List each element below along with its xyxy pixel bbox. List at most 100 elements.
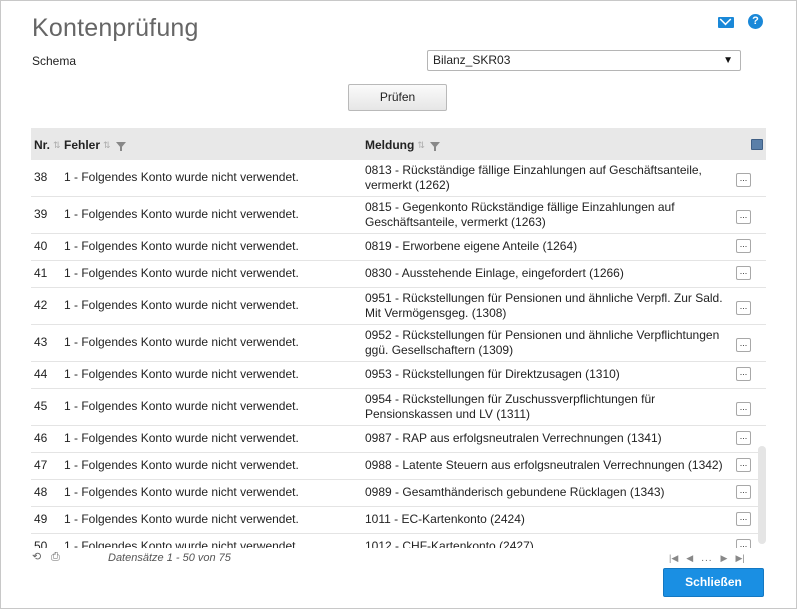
sort-icon[interactable]: ⇅ [53, 140, 61, 151]
table-row[interactable]: 48 1 - Folgendes Konto wurde nicht verwen… [31, 480, 766, 507]
row-details-button[interactable]: ... [736, 173, 751, 187]
row-details-button[interactable]: ... [736, 239, 751, 253]
cell-nr: 49 [34, 512, 48, 526]
cell-nr: 43 [34, 335, 48, 349]
check-button[interactable]: Prüfen [348, 84, 447, 111]
filter-icon[interactable] [115, 142, 126, 151]
schema-selected-value: Bilanz_SKR03 [433, 53, 511, 67]
footer-tools: ⟲ ⎙ [32, 552, 61, 563]
column-header-meldung-label: Meldung [365, 138, 415, 152]
cell-fehler: 1 - Folgendes Konto wurde nicht verwende… [64, 266, 299, 280]
close-button[interactable]: Schließen [663, 568, 764, 597]
table-row[interactable]: 45 1 - Folgendes Konto wurde nicht verwen… [31, 389, 766, 426]
table-row[interactable]: 46 1 - Folgendes Konto wurde nicht verwen… [31, 426, 766, 453]
cell-fehler: 1 - Folgendes Konto wurde nicht verwende… [64, 458, 299, 472]
table-row[interactable]: 43 1 - Folgendes Konto wurde nicht verwen… [31, 325, 766, 362]
schema-select[interactable]: Bilanz_SKR03 ▼ [427, 50, 741, 71]
page-title: Kontenprüfung [32, 14, 199, 42]
cell-meldung: 1012 - CHF-Kartenkonto (2427) [365, 539, 534, 548]
cell-fehler: 1 - Folgendes Konto wurde nicht verwende… [64, 239, 299, 253]
next-page-icon[interactable]: ▶ [721, 553, 728, 564]
results-grid: Nr. ⇅ Fehler ⇅ Meldung ⇅ 38 1 - Folgendes… [31, 128, 766, 548]
cell-nr: 45 [34, 399, 48, 413]
cell-meldung: 0830 - Ausstehende Einlage, eingefordert… [365, 266, 624, 280]
column-header-nr-label: Nr. [34, 138, 51, 152]
sort-icon[interactable]: ⇅ [103, 140, 111, 151]
print-icon[interactable]: ⎙ [51, 552, 61, 563]
cell-meldung: 0952 - Rückstellungen für Pensionen und … [365, 328, 720, 357]
table-row[interactable]: 44 1 - Folgendes Konto wurde nicht verwen… [31, 362, 766, 389]
first-page-icon[interactable]: |◀ [669, 553, 678, 564]
table-row[interactable]: 42 1 - Folgendes Konto wurde nicht verwen… [31, 288, 766, 325]
filter-icon[interactable] [429, 142, 440, 151]
row-details-button[interactable]: ... [736, 512, 751, 526]
cell-nr: 47 [34, 458, 48, 472]
cell-nr: 50 [34, 539, 48, 548]
pager: |◀ ◀ ... ▶ ▶| [669, 553, 745, 564]
cell-fehler: 1 - Folgendes Konto wurde nicht verwende… [64, 367, 299, 381]
column-header-nr[interactable]: Nr. ⇅ [34, 138, 61, 152]
prev-page-icon[interactable]: ◀ [686, 553, 693, 564]
row-details-button[interactable]: ... [736, 458, 751, 472]
table-row[interactable]: 41 1 - Folgendes Konto wurde nicht verwen… [31, 261, 766, 288]
schema-label: Schema [32, 54, 77, 68]
row-details-button[interactable]: ... [736, 210, 751, 224]
cell-nr: 38 [34, 170, 48, 184]
vertical-scrollbar[interactable] [758, 446, 766, 544]
cell-fehler: 1 - Folgendes Konto wurde nicht verwende… [64, 399, 299, 413]
cell-meldung: 0988 - Latente Steuern aus erfolgsneutra… [365, 458, 723, 472]
top-icons: ? [718, 14, 763, 29]
table-row[interactable]: 49 1 - Folgendes Konto wurde nicht verwen… [31, 507, 766, 534]
row-details-button[interactable]: ... [736, 338, 751, 352]
cell-fehler: 1 - Folgendes Konto wurde nicht verwende… [64, 485, 299, 499]
table-row[interactable]: 38 1 - Folgendes Konto wurde nicht verwen… [31, 160, 766, 197]
mail-icon[interactable] [718, 17, 734, 28]
cell-nr: 44 [34, 367, 48, 381]
sort-icon[interactable]: ⇅ [417, 140, 425, 151]
cell-fehler: 1 - Folgendes Konto wurde nicht verwende… [64, 207, 299, 221]
row-details-button[interactable]: ... [736, 367, 751, 381]
table-row[interactable]: 39 1 - Folgendes Konto wurde nicht verwen… [31, 197, 766, 234]
cell-fehler: 1 - Folgendes Konto wurde nicht verwende… [64, 539, 299, 548]
cell-fehler: 1 - Folgendes Konto wurde nicht verwende… [64, 298, 299, 312]
table-row[interactable]: 50 1 - Folgendes Konto wurde nicht verwen… [31, 534, 766, 548]
row-details-button[interactable]: ... [736, 539, 751, 548]
table-row[interactable]: 40 1 - Folgendes Konto wurde nicht verwen… [31, 234, 766, 261]
cell-meldung: 0953 - Rückstellungen für Direktzusagen … [365, 367, 620, 381]
cell-meldung: 0987 - RAP aus erfolgsneutralen Verrechn… [365, 431, 662, 445]
record-info: Datensätze 1 - 50 von 75 [108, 552, 231, 564]
column-header-fehler-label: Fehler [64, 138, 101, 152]
cell-meldung: 0954 - Rückstellungen für Zuschussverpfl… [365, 392, 656, 421]
last-page-icon[interactable]: ▶| [735, 553, 744, 564]
cell-nr: 42 [34, 298, 48, 312]
cell-nr: 40 [34, 239, 48, 253]
pager-ellipsis: ... [701, 553, 713, 564]
column-header-fehler[interactable]: Fehler ⇅ [64, 138, 126, 152]
row-details-button[interactable]: ... [736, 485, 751, 499]
cell-meldung: 1011 - EC-Kartenkonto (2424) [365, 512, 525, 526]
grid-rows: 38 1 - Folgendes Konto wurde nicht verwen… [31, 160, 766, 548]
row-details-button[interactable]: ... [736, 431, 751, 445]
row-details-button[interactable]: ... [736, 402, 751, 416]
column-chooser-icon[interactable] [751, 139, 763, 150]
help-icon[interactable]: ? [748, 14, 763, 29]
cell-meldung: 0819 - Erworbene eigene Anteile (1264) [365, 239, 578, 253]
cell-fehler: 1 - Folgendes Konto wurde nicht verwende… [64, 170, 299, 184]
row-details-button[interactable]: ... [736, 266, 751, 280]
row-details-button[interactable]: ... [736, 301, 751, 315]
table-row[interactable]: 47 1 - Folgendes Konto wurde nicht verwen… [31, 453, 766, 480]
cell-fehler: 1 - Folgendes Konto wurde nicht verwende… [64, 431, 299, 445]
cell-nr: 39 [34, 207, 48, 221]
grid-header: Nr. ⇅ Fehler ⇅ Meldung ⇅ [31, 128, 766, 160]
cell-meldung: 0989 - Gesamthänderisch gebundene Rückla… [365, 485, 665, 499]
dropdown-arrow-icon[interactable]: ▼ [723, 51, 733, 70]
cell-meldung: 0813 - Rückständige fällige Einzahlungen… [365, 163, 702, 192]
refresh-icon[interactable]: ⟲ [32, 552, 42, 563]
cell-meldung: 0951 - Rückstellungen für Pensionen und … [365, 291, 723, 320]
cell-fehler: 1 - Folgendes Konto wurde nicht verwende… [64, 335, 299, 349]
cell-nr: 46 [34, 431, 48, 445]
cell-meldung: 0815 - Gegenkonto Rückständige fällige E… [365, 200, 675, 229]
cell-nr: 48 [34, 485, 48, 499]
cell-fehler: 1 - Folgendes Konto wurde nicht verwende… [64, 512, 299, 526]
column-header-meldung[interactable]: Meldung ⇅ [365, 138, 440, 152]
